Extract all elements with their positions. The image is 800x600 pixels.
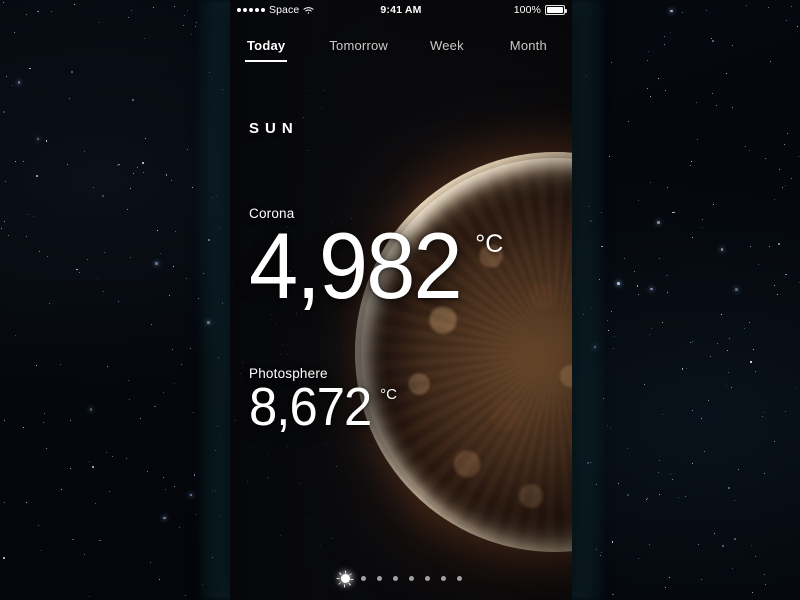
metric-photosphere: Photosphere 8,672 °C	[249, 366, 397, 437]
metric-corona-unit: °C	[475, 230, 504, 258]
battery-percent-label: 100%	[513, 4, 541, 16]
tab-tomorrow[interactable]: Tomorrow	[329, 38, 388, 62]
metric-corona: Corona 4,982 °C	[249, 206, 504, 318]
tab-label: Week	[430, 38, 464, 53]
status-bar: Space 9:41 AM 100%	[230, 0, 572, 20]
page-dot[interactable]	[456, 576, 462, 581]
tab-label: Today	[247, 38, 286, 53]
metric-photosphere-number: 8,672	[249, 377, 372, 437]
tab-today[interactable]: Today	[245, 38, 288, 62]
metric-photosphere-unit: °C	[380, 386, 397, 403]
signal-strength-icon	[237, 8, 265, 12]
page-title: SUN	[249, 120, 299, 137]
tab-label: Tomorrow	[329, 38, 388, 53]
metric-corona-number: 4,982	[249, 213, 463, 318]
tab-active-underline	[245, 60, 288, 62]
page-dot[interactable]	[376, 576, 382, 581]
tab-label: Month	[509, 38, 547, 53]
page-indicator	[230, 574, 572, 583]
phone-device: Space 9:41 AM 100% Today Tomorrow Week Mont…	[230, 0, 572, 600]
status-bar-left: Space	[237, 4, 314, 16]
tab-month[interactable]: Month	[510, 38, 547, 62]
page-dot[interactable]	[440, 576, 446, 581]
tab-bar: Today Tomorrow Week Month	[230, 38, 572, 72]
metric-corona-value: 4,982 °C	[249, 213, 504, 318]
wifi-icon	[303, 6, 314, 15]
metric-photosphere-value: 8,672 °C	[249, 377, 397, 437]
page-dot[interactable]	[424, 576, 430, 581]
page-dot-active-sun-icon[interactable]	[340, 574, 350, 583]
status-bar-right: 100%	[513, 4, 567, 16]
page-dot[interactable]	[408, 576, 414, 581]
battery-full-icon	[545, 5, 567, 15]
tab-week[interactable]: Week	[430, 38, 464, 62]
screenshot-stage: Space 9:41 AM 100% Today Tomorrow Week Mont…	[0, 0, 800, 600]
page-dot[interactable]	[392, 576, 398, 581]
carrier-label: Space	[269, 4, 300, 16]
page-dot[interactable]	[360, 576, 366, 581]
